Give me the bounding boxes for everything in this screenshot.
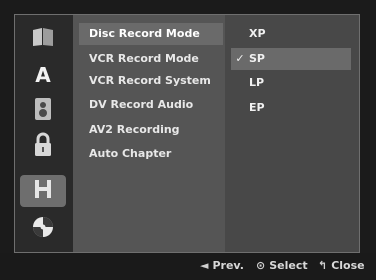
menu-item-dv-record-audio[interactable]: DV Record Audio xyxy=(79,94,223,116)
option-label: LP xyxy=(249,76,265,89)
setup-menu-panel: A Disc Record Mode VCR Record Mode VCR R… xyxy=(14,14,360,253)
option-label: EP xyxy=(249,101,265,114)
category-sidebar: A xyxy=(15,15,73,252)
speaker-icon xyxy=(32,96,54,126)
return-icon: ↰ xyxy=(318,259,328,272)
record-mode-options: XP ✓ SP LP EP xyxy=(225,15,359,252)
sidebar-item-lock[interactable] xyxy=(20,131,66,163)
menu-item-disc-record-mode[interactable]: Disc Record Mode xyxy=(79,23,223,45)
sidebar-item-general[interactable] xyxy=(20,23,66,55)
left-arrow-icon: ◄ xyxy=(200,259,209,272)
menu-item-av2-recording[interactable]: AV2 Recording xyxy=(79,119,223,141)
option-ep[interactable]: EP xyxy=(231,97,351,119)
menu-item-vcr-record-mode[interactable]: VCR Record Mode xyxy=(79,48,223,70)
option-xp[interactable]: XP xyxy=(231,23,351,45)
close-label: Close xyxy=(331,259,365,272)
menu-item-auto-chapter[interactable]: Auto Chapter xyxy=(79,143,223,165)
sidebar-item-recording[interactable] xyxy=(20,175,66,207)
option-label: SP xyxy=(249,52,265,65)
lock-icon xyxy=(33,132,53,162)
option-lp[interactable]: LP xyxy=(231,72,351,94)
book-icon xyxy=(30,26,56,52)
record-settings-menu: Disc Record Mode VCR Record Mode VCR Rec… xyxy=(73,15,225,252)
osd-screen: A Disc Record Mode VCR Record Mode VCR R… xyxy=(0,0,376,280)
sidebar-item-language[interactable]: A xyxy=(20,59,66,91)
select-hint[interactable]: ⊙ Select xyxy=(256,259,308,272)
footer-hints: ◄ Prev. ⊙ Select ↰ Close xyxy=(0,253,376,280)
menu-item-vcr-record-system[interactable]: VCR Record System xyxy=(79,70,223,92)
sidebar-item-disc[interactable] xyxy=(20,213,66,245)
letter-a-icon: A xyxy=(35,63,51,87)
select-label: Select xyxy=(269,259,308,272)
select-icon: ⊙ xyxy=(256,259,266,272)
checkmark-icon: ✓ xyxy=(235,52,245,65)
film-icon xyxy=(32,178,54,204)
prev-hint[interactable]: ◄ Prev. xyxy=(200,259,244,272)
prev-label: Prev. xyxy=(212,259,244,272)
option-sp[interactable]: ✓ SP xyxy=(231,48,351,70)
close-hint[interactable]: ↰ Close xyxy=(318,259,365,272)
sidebar-item-audio[interactable] xyxy=(20,95,66,127)
disc-icon xyxy=(31,215,55,243)
option-label: XP xyxy=(249,27,266,40)
